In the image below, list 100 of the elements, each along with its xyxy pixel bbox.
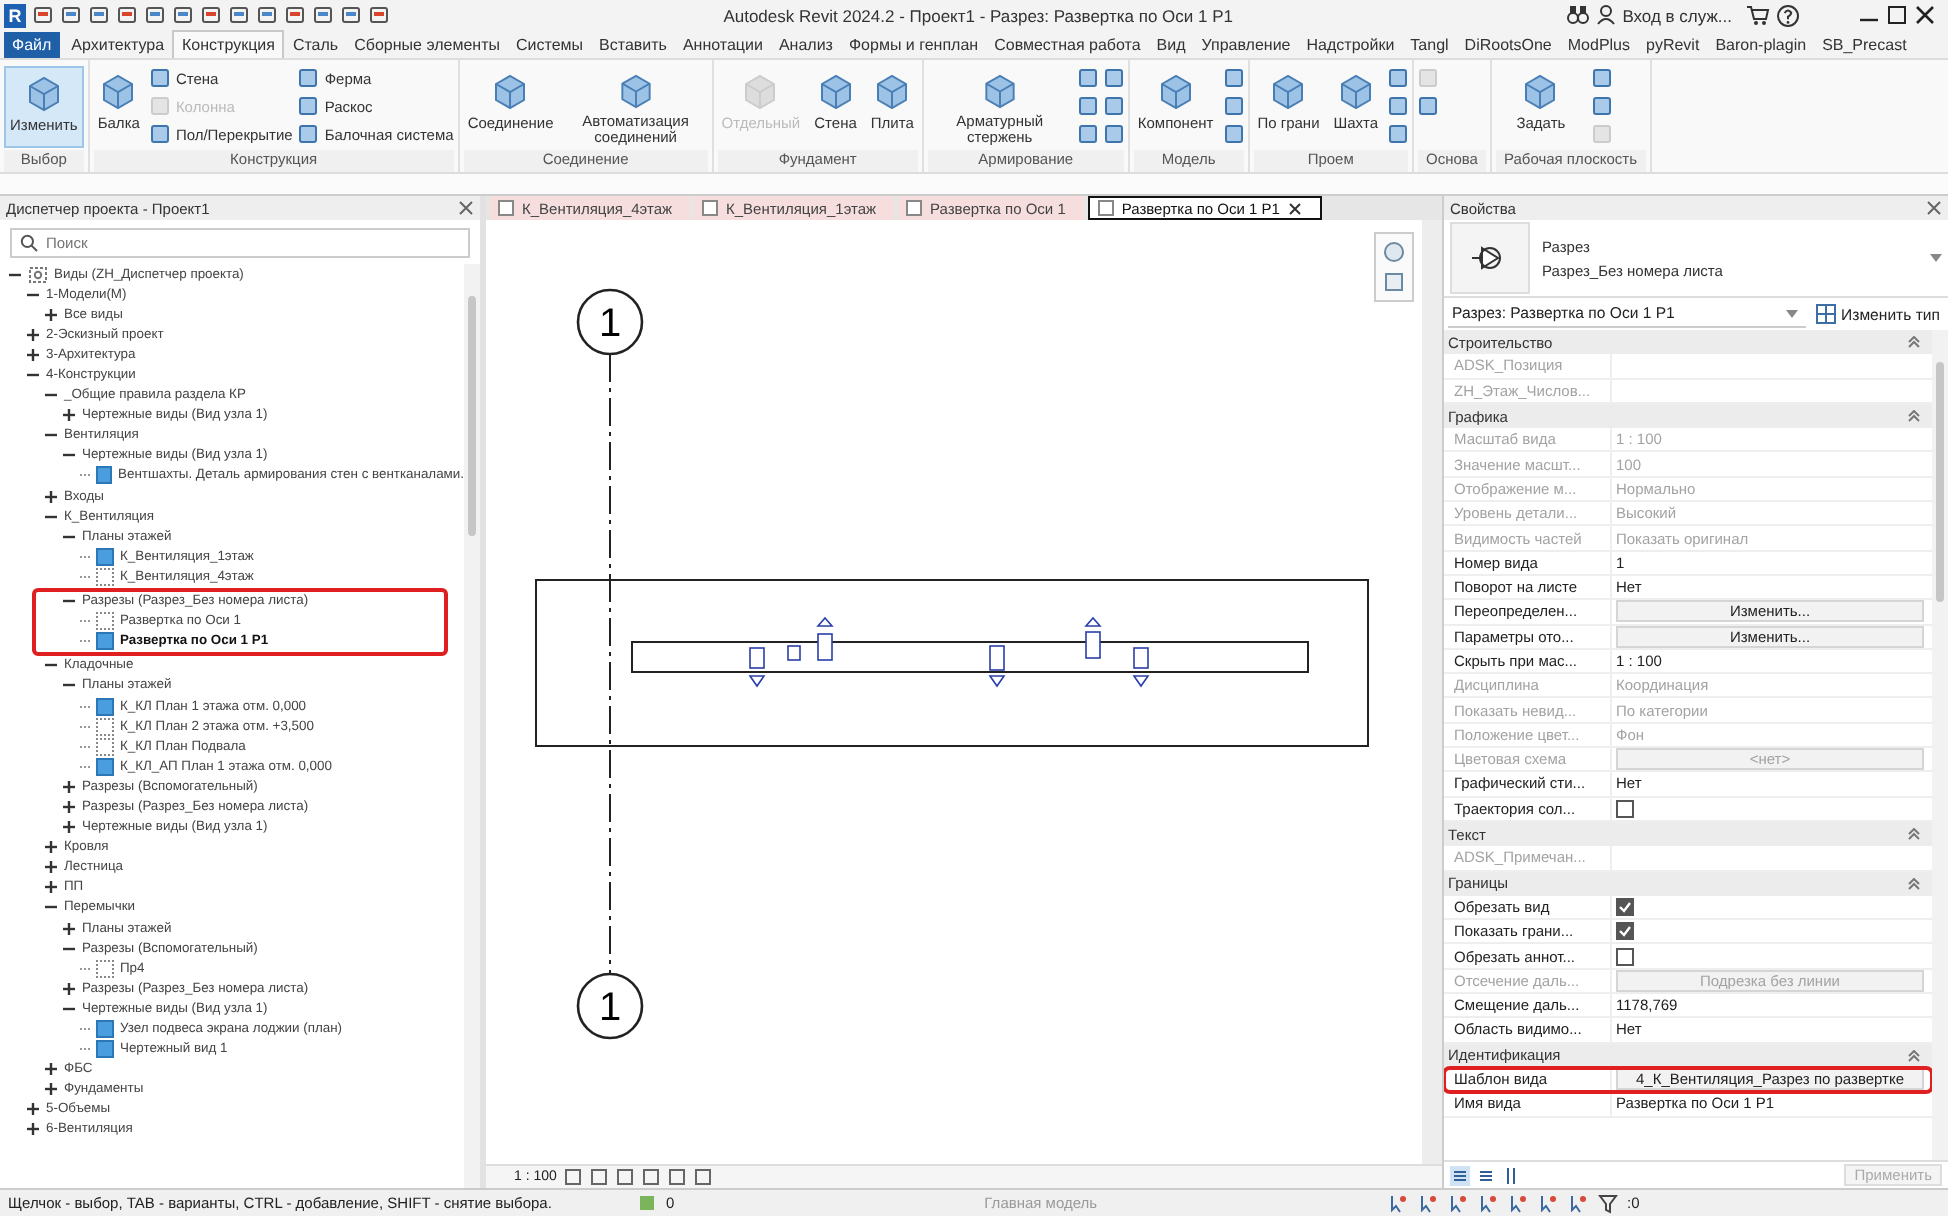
- tool-icon: [1223, 124, 1244, 144]
- expand-icon[interactable]: [26, 1122, 40, 1137]
- quick-access-icon[interactable]: [284, 4, 306, 26]
- expand-icon[interactable]: [62, 408, 76, 423]
- checkbox[interactable]: [1616, 897, 1634, 916]
- expand-icon[interactable]: [44, 307, 58, 322]
- expand-icon[interactable]: [44, 880, 58, 895]
- ribbon-tool-button[interactable]: [1077, 93, 1098, 119]
- quick-access-icon[interactable]: [88, 4, 110, 26]
- expand-icon[interactable]: [26, 327, 40, 342]
- navigation-bar[interactable]: [1374, 232, 1414, 302]
- quick-access-icon[interactable]: [340, 4, 362, 26]
- checkbox[interactable]: [1616, 799, 1634, 818]
- ribbon-tool-button[interactable]: [1077, 65, 1098, 91]
- maximize-icon[interactable]: [1886, 4, 1908, 26]
- ribbon-tab[interactable]: Baron-plagin: [1707, 30, 1815, 58]
- cube-icon: [1520, 71, 1561, 111]
- expand-icon[interactable]: [62, 820, 76, 835]
- quick-access-icon[interactable]: [368, 4, 390, 26]
- close-icon[interactable]: [1914, 4, 1936, 26]
- selection-option-icon[interactable]: [1387, 1193, 1408, 1213]
- binoculars-icon[interactable]: [1566, 4, 1591, 26]
- ribbon-tab[interactable]: Анализ: [770, 30, 841, 58]
- scrollbar[interactable]: [464, 264, 480, 1188]
- selection-option-icon[interactable]: [1537, 1193, 1558, 1213]
- expand-icon[interactable]: [44, 1062, 58, 1077]
- scrollbar[interactable]: [1422, 220, 1442, 1164]
- ribbon-tool-button[interactable]: [1103, 121, 1124, 147]
- sign-in-link[interactable]: Вход в служ...: [1622, 5, 1732, 25]
- expand-icon[interactable]: [44, 860, 58, 875]
- ribbon-tool-button[interactable]: [1223, 121, 1244, 147]
- selection-option-icon[interactable]: [1417, 1193, 1438, 1213]
- close-icon[interactable]: [1287, 201, 1302, 215]
- ribbon-tab[interactable]: Формы и генплан: [840, 30, 987, 58]
- ribbon-tab[interactable]: Архитектура: [63, 30, 173, 58]
- ribbon-tab[interactable]: SB_Precast: [1814, 30, 1915, 58]
- ribbon-tool-button[interactable]: [1223, 93, 1244, 119]
- selection-option-icon[interactable]: [1567, 1193, 1588, 1213]
- selection-option-icon[interactable]: [1477, 1193, 1498, 1213]
- expand-icon[interactable]: [44, 840, 58, 855]
- app-logo[interactable]: R: [4, 3, 26, 27]
- checkbox[interactable]: [1616, 922, 1634, 941]
- expand-icon[interactable]: [26, 347, 40, 362]
- ribbon-tab[interactable]: DiRootsOne: [1456, 30, 1560, 58]
- quick-access-icon[interactable]: [256, 4, 278, 26]
- quick-access-icon[interactable]: [200, 4, 222, 26]
- tool-icon: [1077, 96, 1098, 116]
- user-icon[interactable]: [1596, 4, 1617, 26]
- crop-boundary[interactable]: [535, 579, 1369, 747]
- view-icon: [702, 200, 719, 216]
- ribbon-tab[interactable]: Вставить: [591, 30, 675, 58]
- cart-icon[interactable]: [1746, 4, 1770, 26]
- expand-icon[interactable]: [62, 981, 76, 996]
- ribbon-tab[interactable]: pyRevit: [1638, 30, 1708, 58]
- ribbon-tab[interactable]: Надстройки: [1298, 30, 1403, 58]
- ribbon-tool-button[interactable]: [1388, 65, 1408, 91]
- expand-icon[interactable]: [62, 921, 76, 936]
- quick-access-icon[interactable]: [312, 4, 334, 26]
- selection-option-icon[interactable]: [1507, 1193, 1528, 1213]
- ribbon-tool-button[interactable]: [1077, 121, 1098, 147]
- ribbon-tab[interactable]: Конструкция: [172, 30, 285, 58]
- ribbon-tab[interactable]: Системы: [508, 30, 592, 58]
- expand-icon[interactable]: [26, 1102, 40, 1117]
- help-icon[interactable]: [1776, 3, 1800, 27]
- ribbon-tab[interactable]: ModPlus: [1559, 30, 1638, 58]
- filter-icon[interactable]: [1597, 1193, 1618, 1213]
- expand-icon[interactable]: [62, 799, 76, 814]
- tool-icon: [298, 124, 319, 144]
- tool-icon: [1591, 124, 1612, 144]
- quick-access-icon[interactable]: [144, 4, 166, 26]
- views-icon: [28, 265, 48, 284]
- selection-option-icon[interactable]: [1447, 1193, 1468, 1213]
- quick-access-icon[interactable]: [60, 4, 82, 26]
- expand-icon[interactable]: [62, 779, 76, 794]
- ribbon-tab[interactable]: Вид: [1148, 30, 1194, 58]
- ribbon-tool-button[interactable]: [1103, 65, 1124, 91]
- ribbon-tab[interactable]: Файл: [4, 32, 60, 58]
- quick-access-icon[interactable]: [116, 4, 138, 26]
- ribbon-tool-button[interactable]: [1223, 65, 1244, 91]
- cube-icon: [740, 71, 781, 111]
- cube-icon: [815, 71, 856, 111]
- caret-icon: [1785, 309, 1798, 317]
- ribbon-tool-button[interactable]: [1103, 93, 1124, 119]
- ribbon-tab[interactable]: Tangl: [1402, 30, 1457, 58]
- ribbon-tab[interactable]: Управление: [1193, 30, 1299, 58]
- tool-icon: [1223, 68, 1244, 88]
- ribbon-tool-button[interactable]: [1388, 121, 1408, 147]
- ribbon-tab[interactable]: Сталь: [284, 30, 347, 58]
- checkbox[interactable]: [1616, 947, 1634, 966]
- quick-access-icon[interactable]: [32, 4, 54, 26]
- scrollbar[interactable]: [1932, 330, 1948, 1160]
- expand-icon[interactable]: [44, 1082, 58, 1097]
- tool-icon: [1591, 96, 1612, 116]
- ribbon-tab[interactable]: Совместная работа: [986, 30, 1149, 58]
- quick-access-icon[interactable]: [172, 4, 194, 26]
- ribbon-tab[interactable]: Сборные элементы: [346, 30, 508, 58]
- expand-icon[interactable]: [44, 489, 58, 504]
- quick-access-icon[interactable]: [228, 4, 250, 26]
- ribbon-tab[interactable]: Аннотации: [674, 30, 771, 58]
- ribbon-tool-button[interactable]: [1388, 93, 1408, 119]
